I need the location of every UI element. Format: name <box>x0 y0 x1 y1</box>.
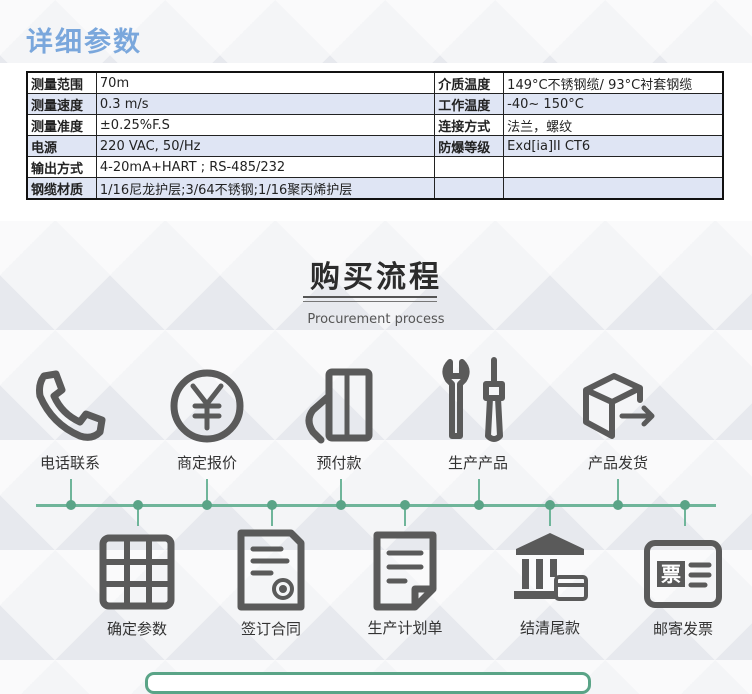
spec-row: 输出方式 4-20mA+HART ; RS-485/232 <box>26 156 724 178</box>
timeline-dot <box>613 500 623 510</box>
step-label: 产品发货 <box>587 454 648 472</box>
bottom-banner <box>145 672 591 694</box>
spec-row: 测量准度 ±0.25%F.S 连接方式 法兰，螺纹 <box>26 114 724 136</box>
timeline-dot <box>66 500 76 510</box>
step-production: 生产产品 <box>418 354 538 473</box>
spec-key <box>434 156 505 178</box>
payment-card-icon <box>305 368 373 444</box>
process-title: 购买流程 <box>310 260 442 295</box>
spec-value: Exd[ia]II CT6 <box>503 135 724 157</box>
spec-row: 测量速度 0.3 m/s 工作温度 -40~ 150°C <box>26 93 724 115</box>
step-label: 预付款 <box>316 454 362 472</box>
spec-value: 法兰，螺纹 <box>503 114 724 136</box>
invoice-glyph: 票 <box>661 562 681 586</box>
title-underline <box>303 301 437 302</box>
yen-icon <box>170 369 244 443</box>
step-phone-contact: 电话联系 <box>10 366 130 473</box>
spec-value: 1/16尼龙护层;3/64不锈钢;1/16聚丙烯护层 <box>95 177 436 200</box>
step-production-plan: 生产计划单 <box>345 529 465 638</box>
grid-icon <box>99 534 175 610</box>
spec-value: 70m <box>95 71 436 94</box>
spec-value <box>503 177 724 200</box>
title-underline <box>303 296 437 298</box>
step-prepayment: 预付款 <box>279 366 399 473</box>
spec-value: ±0.25%F.S <box>95 114 436 136</box>
step-label: 生产产品 <box>447 454 508 472</box>
step-label: 确定参数 <box>106 620 167 638</box>
tools-icon <box>442 357 505 442</box>
timeline-dot <box>680 500 690 510</box>
process-subtitle: Procurement process <box>307 312 445 327</box>
spec-key: 防爆等级 <box>434 135 505 157</box>
step-label: 商定报价 <box>176 454 237 472</box>
spec-value: 4-20mA+HART ; RS-485/232 <box>95 156 436 178</box>
spec-value: -40~ 150°C <box>503 93 724 115</box>
spec-value <box>503 156 724 178</box>
spec-key: 介质温度 <box>434 71 505 94</box>
timeline-dot <box>545 500 555 510</box>
spec-key: 工作温度 <box>434 93 505 115</box>
shipping-box-icon <box>583 373 655 439</box>
bank-icon <box>514 533 588 601</box>
spec-key: 电源 <box>26 135 97 157</box>
timeline-dot <box>133 500 143 510</box>
spec-panel: 测量范围 70m 介质温度 149°C不锈钢缆/ 93°C衬套钢缆 测量速度 0… <box>0 63 752 221</box>
spec-key: 测量范围 <box>26 71 97 94</box>
spec-value: 220 VAC, 50/Hz <box>95 135 436 157</box>
spec-key: 输出方式 <box>26 156 97 178</box>
timeline-dot <box>400 500 410 510</box>
step-final-payment: 结清尾款 <box>490 529 610 638</box>
timeline-dot <box>202 500 212 510</box>
step-confirm-params: 确定参数 <box>77 532 197 639</box>
step-label: 电话联系 <box>39 454 100 472</box>
invoice-icon: 票 <box>644 540 722 608</box>
spec-row: 钢缆材质 1/16尼龙护层;3/64不锈钢;1/16聚丙烯护层 <box>26 177 724 200</box>
spec-key <box>434 177 505 200</box>
spec-row: 测量范围 70m 介质温度 149°C不锈钢缆/ 93°C衬套钢缆 <box>26 71 724 94</box>
document-icon <box>373 531 437 611</box>
section-title: 详细参数 <box>26 27 142 58</box>
step-label: 生产计划单 <box>367 619 443 637</box>
timeline-dot <box>336 500 346 510</box>
step-shipping: 产品发货 <box>558 366 678 473</box>
spec-key: 连接方式 <box>434 114 505 136</box>
step-label: 邮寄发票 <box>652 620 713 638</box>
spec-value: 149°C不锈钢缆/ 93°C衬套钢缆 <box>503 71 724 94</box>
spec-value: 0.3 m/s <box>95 93 436 115</box>
spec-row: 电源 220 VAC, 50/Hz 防爆等级 Exd[ia]II CT6 <box>26 135 724 157</box>
spec-key: 测量准度 <box>26 114 97 136</box>
spec-table: 测量范围 70m 介质温度 149°C不锈钢缆/ 93°C衬套钢缆 测量速度 0… <box>26 71 724 200</box>
step-label: 结清尾款 <box>519 619 580 637</box>
step-sign-contract: 签订合同 <box>211 527 331 639</box>
timeline-dot <box>267 500 277 510</box>
spec-key: 钢缆材质 <box>26 177 97 200</box>
spec-key: 测量速度 <box>26 93 97 115</box>
step-quote: 商定报价 <box>147 366 267 473</box>
contract-icon <box>237 529 305 611</box>
step-mail-invoice: 票 邮寄发票 <box>623 537 743 639</box>
timeline-dot <box>474 500 484 510</box>
step-label: 签订合同 <box>240 620 301 638</box>
phone-icon <box>36 370 106 441</box>
